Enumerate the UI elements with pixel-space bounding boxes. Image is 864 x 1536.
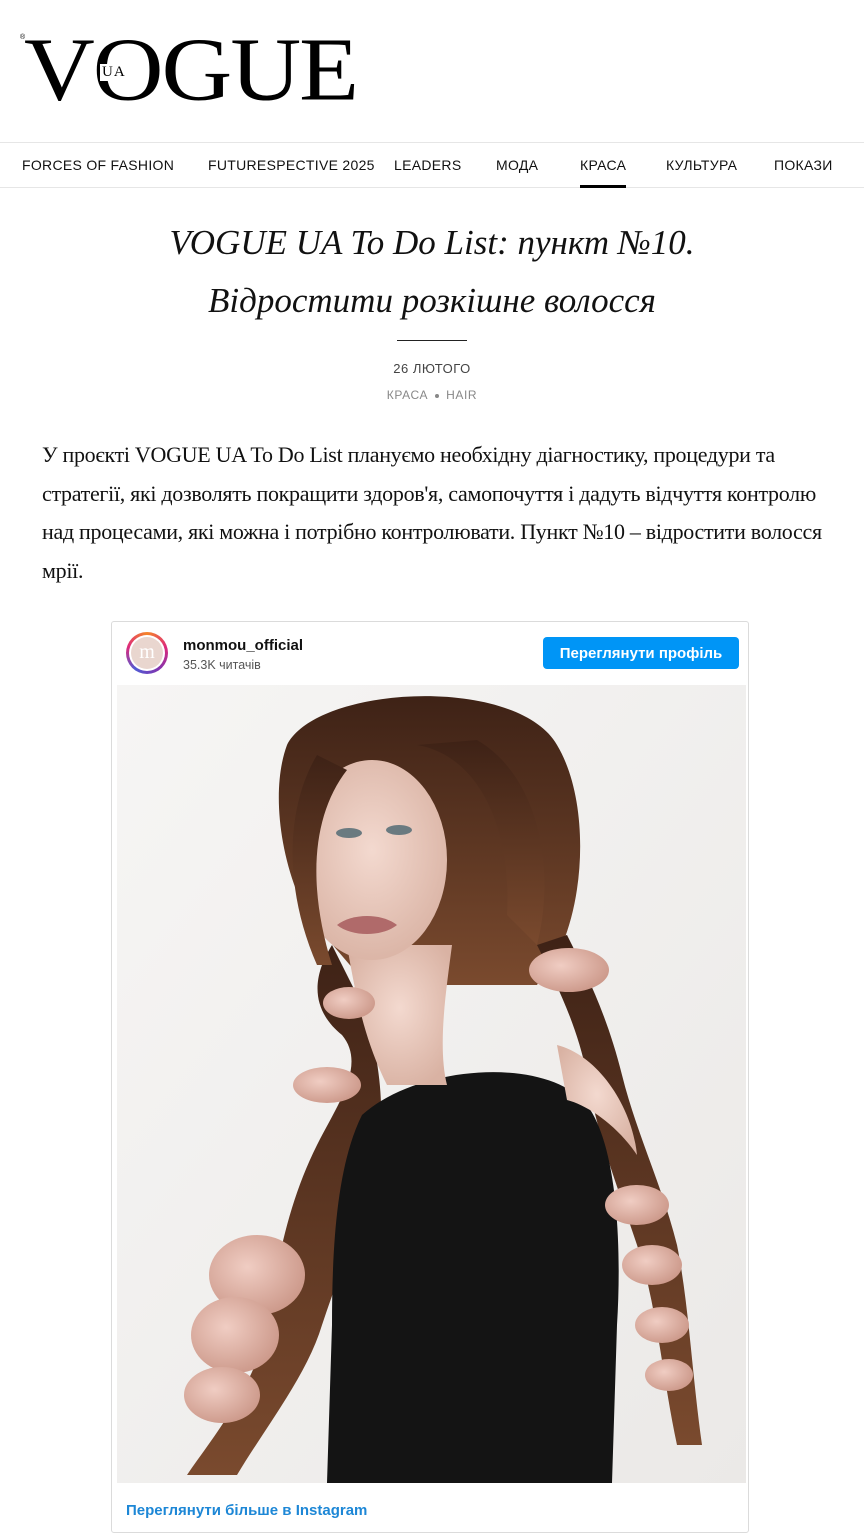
instagram-post-image[interactable] <box>117 685 746 1483</box>
tag-separator-dot <box>435 393 440 398</box>
model-photo-illustration <box>117 685 746 1483</box>
article-title: VOGUE UA To Do List: пункт №10. Відрости… <box>60 214 804 330</box>
article-tags: КРАСА HAIR <box>0 388 864 402</box>
main-nav: FORCES OF FASHION FUTURESPECTIVE 2025 LE… <box>0 143 864 188</box>
article-lead-paragraph: У проєкті VOGUE UA To Do List плануємо н… <box>42 442 822 583</box>
avatar-monogram: m <box>131 637 163 669</box>
nav-item-kultura[interactable]: КУЛЬТУРА <box>666 157 737 173</box>
instagram-followers: 35.3K читачів <box>183 658 261 672</box>
nav-item-leaders[interactable]: LEADERS <box>394 157 461 173</box>
article-title-line-1: VOGUE UA To Do List: пункт №10. <box>169 223 695 262</box>
view-profile-button[interactable]: Переглянути профіль <box>543 637 739 669</box>
nav-item-moda[interactable]: МОДА <box>496 157 538 173</box>
site-header: ® VOGUE UA <box>0 0 864 143</box>
instagram-embed: m monmou_official 35.3K читачів Переглян… <box>111 621 749 1533</box>
view-more-on-instagram-link[interactable]: Переглянути більше в Instagram <box>126 1502 367 1519</box>
nav-item-pokazy[interactable]: ПОКАЗИ <box>774 157 833 173</box>
logo-wordmark: VOGUE <box>24 20 359 120</box>
nav-item-krasa[interactable]: КРАСА <box>580 157 627 188</box>
nav-item-forces-of-fashion[interactable]: FORCES OF FASHION <box>22 157 174 173</box>
tag-krasa[interactable]: КРАСА <box>387 388 428 402</box>
nav-item-futurespective-2025[interactable]: FUTURESPECTIVE 2025 <box>208 157 375 173</box>
article-title-line-2: Відростити розкішне волосся <box>208 281 656 320</box>
instagram-username[interactable]: monmou_official <box>183 637 303 654</box>
tag-hair[interactable]: HAIR <box>446 388 477 402</box>
instagram-avatar[interactable]: m <box>126 632 168 674</box>
logo-edition: UA <box>100 64 128 81</box>
title-divider <box>397 340 467 341</box>
vogue-ua-logo[interactable]: ® VOGUE UA <box>20 20 359 124</box>
article-date: 26 ЛЮТОГО <box>393 361 471 376</box>
